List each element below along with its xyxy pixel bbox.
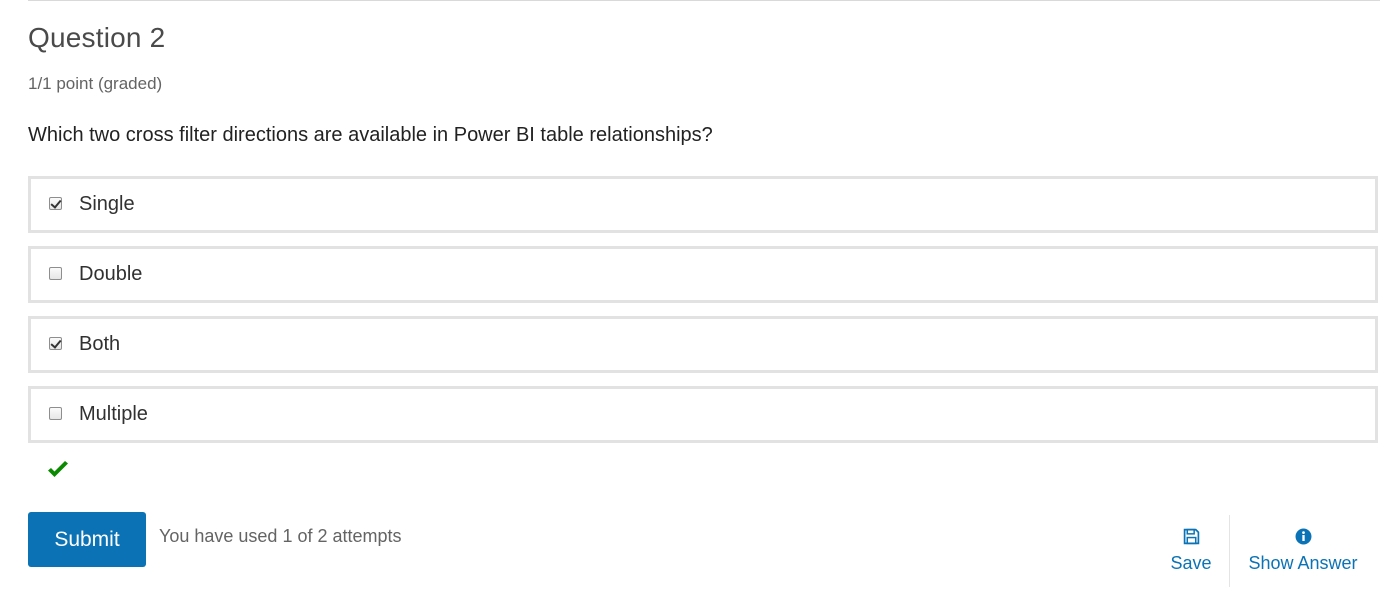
save-label: Save (1170, 553, 1212, 573)
choice-single[interactable]: Single (28, 176, 1378, 233)
choice-label: Multiple (79, 403, 148, 425)
info-circle-icon (1295, 528, 1311, 545)
floppy-disk-icon (1183, 528, 1199, 545)
attempts-text: You have used 1 of 2 attempts (159, 526, 402, 546)
choice-double[interactable]: Double (28, 246, 1378, 303)
action-divider (1229, 515, 1230, 587)
question-prompt: Which two cross filter directions are av… (28, 124, 713, 146)
question-title: Question 2 (28, 22, 166, 53)
choice-label: Single (79, 193, 135, 215)
show-answer-button[interactable]: Show Answer (1246, 528, 1360, 574)
show-answer-label: Show Answer (1248, 553, 1358, 573)
submit-button[interactable]: Submit (28, 512, 146, 567)
choice-checkbox[interactable] (49, 337, 62, 350)
choice-checkbox[interactable] (49, 407, 62, 420)
choice-list: Single Double Both Multiple (28, 176, 1378, 456)
save-button[interactable]: Save (1170, 528, 1212, 574)
choice-checkbox[interactable] (49, 267, 62, 280)
question-points: 1/1 point (graded) (28, 74, 163, 93)
choice-label: Double (79, 263, 143, 285)
checkmark-icon (48, 461, 68, 477)
choice-multiple[interactable]: Multiple (28, 386, 1378, 443)
top-divider (28, 0, 1380, 1)
choice-both[interactable]: Both (28, 316, 1378, 373)
choice-label: Both (79, 333, 121, 355)
choice-checkbox[interactable] (49, 197, 62, 210)
